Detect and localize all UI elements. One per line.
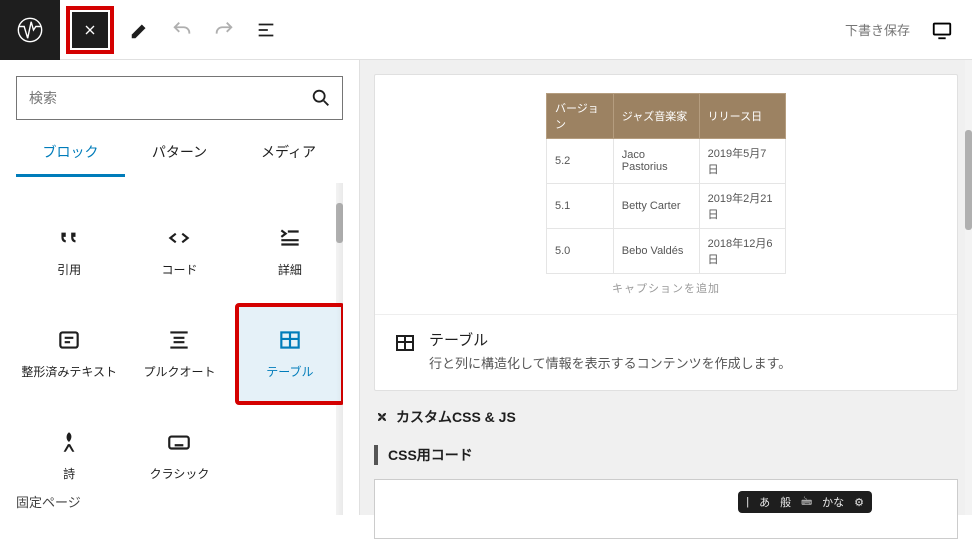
- preview-block-description: 行と列に構造化して情報を表示するコンテンツを作成します。: [429, 354, 791, 374]
- block-label: 詩: [63, 467, 75, 483]
- preview-block-title: テーブル: [429, 329, 791, 350]
- search-icon: [310, 87, 332, 109]
- preview-table: バージョン ジャズ音楽家 リリース日 5.2Jaco Pastorius2019…: [546, 93, 786, 274]
- block-label: 引用: [57, 263, 81, 279]
- fan-icon: [374, 409, 390, 425]
- block-list: 引用 コード 詳細 整形済みテキスト プルクオート: [16, 183, 343, 515]
- section-customcss: カスタムCSS & JS: [374, 407, 958, 427]
- preview-caption[interactable]: キャプションを追加: [393, 280, 939, 296]
- table-row: 5.2Jaco Pastorius2019年5月7日: [547, 139, 786, 184]
- details-icon: [277, 225, 303, 251]
- pullquote-icon: [166, 327, 192, 353]
- tab-blocks[interactable]: ブロック: [16, 130, 125, 177]
- top-toolbar: 下書き保存: [0, 0, 972, 60]
- quote-icon: [56, 225, 82, 251]
- ime-item[interactable]: ⚙: [854, 496, 864, 509]
- wp-logo[interactable]: [0, 0, 60, 60]
- table-icon: [277, 327, 303, 353]
- ime-item[interactable]: 般: [780, 494, 791, 510]
- redo-icon: [213, 19, 235, 41]
- edit-tool-button[interactable]: [120, 10, 160, 50]
- verse-icon: [56, 429, 82, 455]
- footer-page-type: 固定ページ: [16, 492, 81, 511]
- block-pullquote[interactable]: プルクオート: [126, 305, 232, 403]
- preformatted-icon: [56, 327, 82, 353]
- section-title: カスタムCSS & JS: [396, 407, 516, 427]
- block-search[interactable]: [16, 76, 343, 120]
- undo-icon: [171, 19, 193, 41]
- desktop-icon: [931, 19, 953, 41]
- table-icon: [393, 331, 417, 355]
- block-details[interactable]: 詳細: [237, 203, 343, 301]
- block-inserter-panel: ブロック パターン メディア 引用 コード 詳細 整形済みテ: [0, 60, 360, 515]
- block-label: コード: [161, 263, 197, 279]
- list-view-icon: [255, 19, 277, 41]
- table-row: 5.0Bebo Valdés2018年12月6日: [547, 229, 786, 274]
- block-label: プルクオート: [143, 365, 215, 381]
- block-label: テーブル: [266, 365, 313, 381]
- css-code-heading: CSS用コード: [374, 445, 958, 465]
- close-inserter-button[interactable]: [72, 12, 108, 48]
- close-inserter-highlight: [66, 6, 114, 54]
- block-label: 詳細: [278, 263, 302, 279]
- block-preformatted[interactable]: 整形済みテキスト: [16, 305, 122, 403]
- block-classic[interactable]: クラシック: [126, 407, 232, 505]
- keyboard-icon: [166, 429, 192, 455]
- ime-item[interactable]: あ: [759, 494, 770, 510]
- block-scrollbar[interactable]: [336, 183, 343, 515]
- block-table[interactable]: テーブル: [237, 305, 343, 403]
- ime-item[interactable]: |: [746, 496, 749, 508]
- pencil-icon: [129, 19, 151, 41]
- ime-toolbar[interactable]: | あ 般 🖮 かな ⚙: [738, 491, 872, 513]
- inserter-tabs: ブロック パターン メディア: [16, 130, 343, 177]
- code-icon: [166, 225, 192, 251]
- table-header: バージョン: [547, 94, 614, 139]
- undo-button[interactable]: [162, 10, 202, 50]
- preview-button[interactable]: [924, 12, 960, 48]
- block-preview-card: バージョン ジャズ音楽家 リリース日 5.2Jaco Pastorius2019…: [374, 74, 958, 391]
- editor-scrollbar[interactable]: [965, 60, 972, 515]
- block-verse[interactable]: 詩: [16, 407, 122, 505]
- table-header: ジャズ音楽家: [613, 94, 699, 139]
- table-row: 5.1Betty Carter2019年2月21日: [547, 184, 786, 229]
- ime-item[interactable]: 🖮: [801, 493, 812, 512]
- tab-patterns[interactable]: パターン: [125, 130, 234, 177]
- table-header: リリース日: [699, 94, 785, 139]
- toolbar-tools: [120, 10, 286, 50]
- close-icon: [82, 22, 98, 38]
- block-label: クラシック: [150, 467, 210, 483]
- document-overview-button[interactable]: [246, 10, 286, 50]
- editor-canvas: バージョン ジャズ音楽家 リリース日 5.2Jaco Pastorius2019…: [360, 60, 972, 515]
- block-quote[interactable]: 引用: [16, 203, 122, 301]
- block-code[interactable]: コード: [126, 203, 232, 301]
- redo-button[interactable]: [204, 10, 244, 50]
- save-draft-button[interactable]: 下書き保存: [845, 20, 910, 39]
- block-label: 整形済みテキスト: [21, 365, 117, 381]
- search-input[interactable]: [27, 89, 310, 107]
- wordpress-icon: [16, 16, 44, 44]
- ime-item[interactable]: かな: [822, 494, 844, 510]
- tab-media[interactable]: メディア: [234, 130, 343, 177]
